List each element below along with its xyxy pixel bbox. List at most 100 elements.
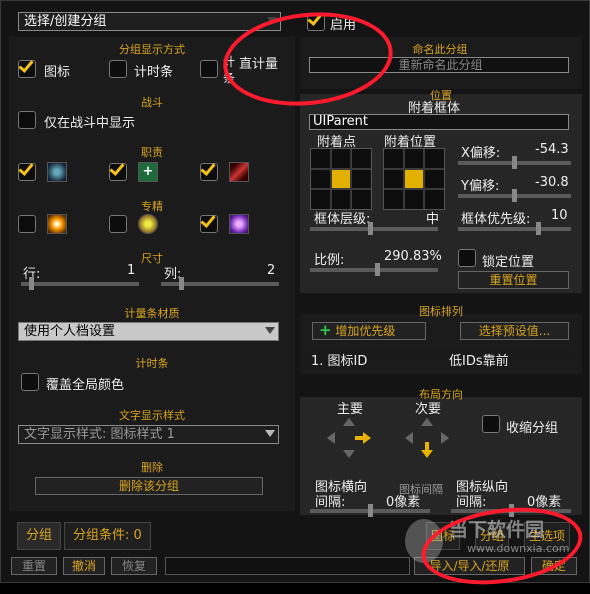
y-offset-value: -30.8 <box>535 175 569 190</box>
spec-1-checkbox[interactable] <box>18 215 36 233</box>
tab-group[interactable]: 分组 <box>17 522 62 550</box>
slider-thumb[interactable] <box>179 277 184 290</box>
chevron-down-icon <box>265 430 275 437</box>
delete-title: 删除 <box>141 461 163 474</box>
strata-slider[interactable] <box>310 222 438 235</box>
timer-title: 计时条 <box>135 357 169 370</box>
size-title: 尺寸 <box>141 252 163 265</box>
y-offset-slider[interactable] <box>458 189 571 202</box>
role-dps-checkbox[interactable] <box>200 160 218 181</box>
spacing-mid-label: 图标间隔 <box>399 483 443 496</box>
lock-position-checkbox[interactable] <box>458 249 476 267</box>
h-spacing-slider[interactable] <box>310 504 430 517</box>
timer-bar-label: 计时条 <box>134 65 174 80</box>
delete-group-button[interactable]: 删除该分组 <box>35 477 263 495</box>
rename-title: 命名此分组 <box>412 43 468 56</box>
collapse-group-label: 收缩分组 <box>506 421 559 436</box>
collapse-group-checkbox[interactable] <box>482 415 500 433</box>
role-title: 职责 <box>141 146 163 159</box>
shield-icon <box>47 162 67 182</box>
add-priority-label: 增加优先级 <box>335 324 396 338</box>
texture-title: 计量条材质 <box>124 307 180 320</box>
spec-title: 专精 <box>141 200 163 213</box>
group-settings-window: 选择/创建分组 启用 分组显示方式 图标 计时条 计 条 直计量 战斗 仅在战斗… <box>0 0 590 594</box>
spec-3-checkbox[interactable] <box>200 212 218 233</box>
secondary-label: 次要 <box>415 402 442 417</box>
check-icon <box>200 212 216 228</box>
rows-slider[interactable] <box>21 277 139 290</box>
only-combat-label: 仅在战斗中显示 <box>44 116 136 131</box>
scale-value: 290.83% <box>384 249 442 264</box>
text-style-title: 文字显示样式 <box>119 409 185 422</box>
scale-label: 比例: <box>314 253 345 268</box>
redo-button[interactable]: 恢复 <box>111 557 157 575</box>
arrange-rule-label: 1. 图标ID <box>311 354 368 369</box>
cols-slider[interactable] <box>161 277 279 290</box>
only-combat-checkbox[interactable] <box>18 111 36 129</box>
arrange-rule-desc: 低IDs靠前 <box>449 354 509 369</box>
priority-label: 框体优先级: <box>461 212 531 227</box>
cols-value: 2 <box>267 263 276 278</box>
x-offset-label: X偏移: <box>461 146 501 161</box>
slider-thumb[interactable] <box>29 277 34 290</box>
reset-button[interactable]: 重置 <box>11 557 57 575</box>
plus-icon: + <box>319 322 332 339</box>
x-offset-slider[interactable] <box>458 156 571 169</box>
slider-thumb[interactable] <box>512 189 517 202</box>
icon-mode-checkbox[interactable] <box>18 57 36 78</box>
undo-button[interactable]: 撤消 <box>63 557 105 575</box>
group-select-text: 选择/创建分组 <box>24 14 107 29</box>
check-icon <box>18 57 34 73</box>
reset-position-button[interactable]: 重置位置 <box>458 271 569 289</box>
lock-position-label: 锁定位置 <box>482 255 535 270</box>
preset-button[interactable]: 选择预设值... <box>460 322 569 340</box>
x-offset-value: -54.3 <box>535 142 569 157</box>
strata-value: 中 <box>426 212 440 227</box>
add-priority-button[interactable]: + 增加优先级 <box>312 322 426 340</box>
healer-cross-icon: + <box>138 162 158 182</box>
slider-thumb[interactable] <box>375 263 380 276</box>
text-style-dropdown[interactable]: 文字显示样式: 图标样式 1 <box>18 425 279 444</box>
y-offset-label: Y偏移: <box>461 179 500 194</box>
override-color-checkbox[interactable] <box>21 373 39 391</box>
h-spacing-a: 间隔: <box>315 495 346 510</box>
group-select-dropdown[interactable]: 选择/创建分组 <box>18 12 281 31</box>
spec-arcane-icon <box>229 214 249 234</box>
check-icon <box>109 160 125 176</box>
priority-slider[interactable] <box>458 222 571 235</box>
secondary-direction-arrows-icon[interactable] <box>403 416 451 460</box>
slider-thumb[interactable] <box>368 222 373 235</box>
anchor-position-grid[interactable] <box>383 148 445 210</box>
role-tank-checkbox[interactable] <box>18 160 36 181</box>
check-icon <box>18 160 34 176</box>
primary-label: 主要 <box>337 402 364 417</box>
check-icon <box>200 160 216 176</box>
primary-direction-arrows-icon[interactable] <box>325 416 373 460</box>
role-healer-checkbox[interactable] <box>109 160 127 181</box>
icon-mode-label: 图标 <box>44 65 71 80</box>
texture-value: 使用个人档设置 <box>24 324 116 339</box>
tab-conditions[interactable]: 分组条件: 0 <box>64 522 151 550</box>
anchor-point-grid[interactable] <box>310 148 372 210</box>
spec-holy-icon <box>138 214 158 234</box>
scale-slider[interactable] <box>310 263 438 276</box>
rows-value: 1 <box>127 263 136 278</box>
status-field <box>165 557 410 575</box>
priority-value: 10 <box>551 208 568 223</box>
slider-thumb[interactable] <box>536 222 541 235</box>
spec-2-checkbox[interactable] <box>109 215 127 233</box>
timer-bar-checkbox[interactable] <box>109 60 127 78</box>
override-color-label: 覆盖全局颜色 <box>46 378 125 393</box>
spec-fire-icon <box>47 214 67 234</box>
value-bar-checkbox[interactable] <box>200 60 218 78</box>
v-spacing-a: 间隔: <box>456 495 487 510</box>
chevron-down-icon <box>265 327 275 334</box>
arrange-title: 图标排列 <box>419 305 463 318</box>
anchor-frame-input[interactable]: UIParent <box>309 114 569 130</box>
sword-icon <box>229 162 249 182</box>
texture-dropdown[interactable]: 使用个人档设置 <box>18 322 279 341</box>
slider-thumb[interactable] <box>512 156 517 169</box>
strata-label: 框体层级: <box>314 212 371 227</box>
slider-thumb[interactable] <box>368 504 373 517</box>
text-style-value: 文字显示样式: 图标样式 1 <box>24 427 175 442</box>
